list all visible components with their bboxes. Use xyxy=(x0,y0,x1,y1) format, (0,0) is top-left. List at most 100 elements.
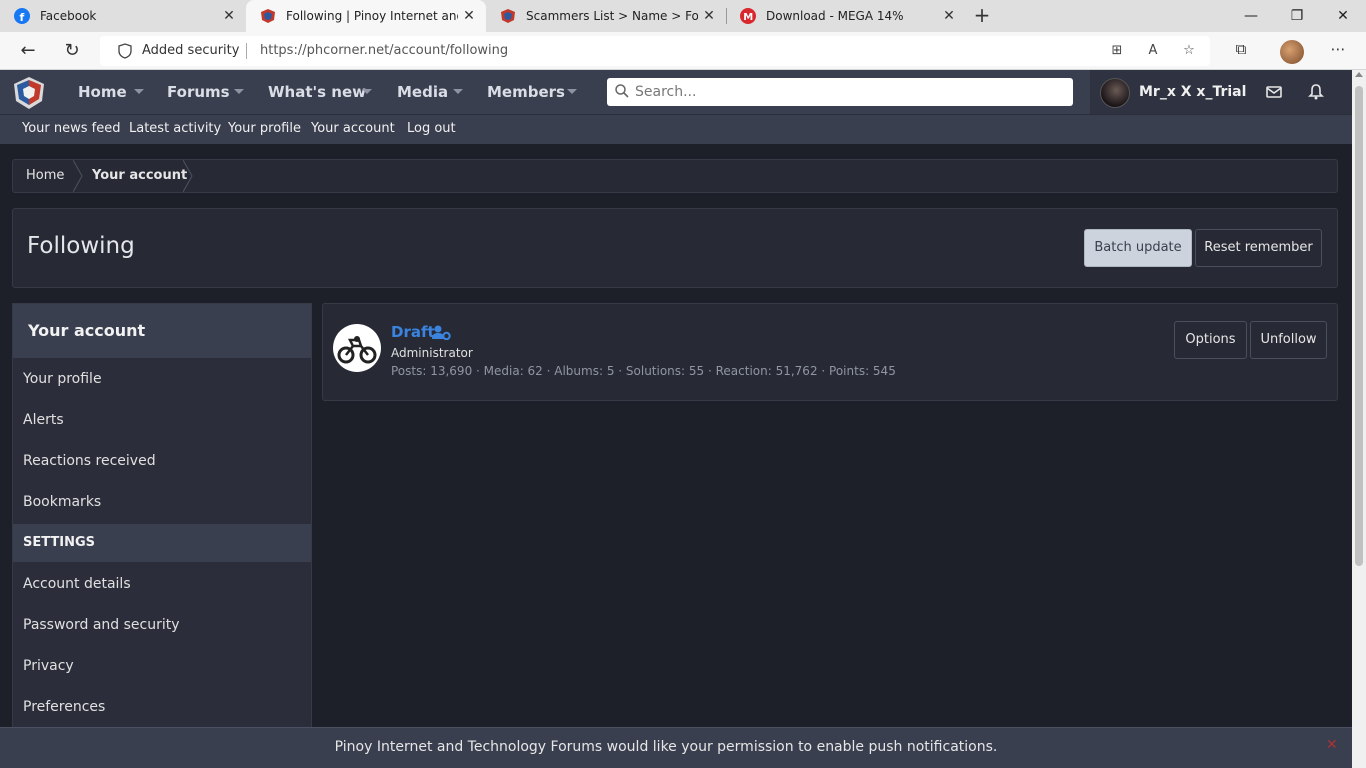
url-text[interactable]: https://phcorner.net/account/following xyxy=(260,43,508,58)
subnav-news-feed[interactable]: Your news feed xyxy=(22,115,120,143)
facebook-icon: f xyxy=(14,8,30,24)
subnav-your-profile[interactable]: Your profile xyxy=(228,115,301,143)
page-header: Following Batch update Reset remember xyxy=(12,208,1338,288)
sidebar-section-settings: SETTINGS xyxy=(13,524,311,562)
sidebar-item-bookmarks[interactable]: Bookmarks xyxy=(23,494,101,510)
chevron-down-icon[interactable] xyxy=(567,89,577,94)
tab-facebook[interactable]: f Facebook ✕ xyxy=(0,0,246,32)
svg-text:f: f xyxy=(20,11,25,24)
breadcrumb-separator xyxy=(183,160,193,192)
nav-members[interactable]: Members xyxy=(487,70,565,114)
subnav-log-out[interactable]: Log out xyxy=(407,115,456,143)
read-aloud-icon[interactable]: A xyxy=(1144,43,1162,59)
notice-text: Pinoy Internet and Technology Forums wou… xyxy=(334,739,998,755)
tab-title: Facebook xyxy=(40,9,97,23)
phcorner-icon xyxy=(260,8,276,24)
chevron-down-icon[interactable] xyxy=(234,89,244,94)
sidebar-section-label: SETTINGS xyxy=(23,535,96,550)
sidebar-header-label: Your account xyxy=(28,321,146,340)
reload-button[interactable]: ↻ xyxy=(58,38,86,64)
tab-scammers-list[interactable]: Scammers List > Name > Forum ✕ xyxy=(486,0,726,32)
sidebar-item-reactions-received[interactable]: Reactions received xyxy=(23,453,156,469)
close-window-button[interactable]: ✕ xyxy=(1320,0,1366,32)
bell-icon[interactable] xyxy=(1306,82,1326,102)
back-button[interactable]: ← xyxy=(14,38,42,64)
chevron-down-icon[interactable] xyxy=(134,89,144,94)
subnav-latest-activity[interactable]: Latest activity xyxy=(129,115,221,143)
chevron-down-icon[interactable] xyxy=(453,89,463,94)
sidebar-item-account-details[interactable]: Account details xyxy=(23,576,131,592)
nav-home[interactable]: Home xyxy=(78,70,127,114)
member-name-link[interactable]: Draft xyxy=(391,323,435,341)
svg-text:M: M xyxy=(743,12,753,23)
motorcycle-icon xyxy=(337,336,377,364)
member-avatar[interactable] xyxy=(333,324,381,372)
omnibox[interactable]: Added security https://phcorner.net/acco… xyxy=(100,36,1210,66)
user-menu[interactable]: Mr_x X x_Trial xyxy=(1090,70,1352,114)
sidebar-item-password-security[interactable]: Password and security xyxy=(23,617,180,633)
browser-profile-avatar[interactable] xyxy=(1280,40,1304,64)
page-scrollbar[interactable] xyxy=(1352,70,1366,768)
tab-following[interactable]: Following | Pinoy Internet and Te ✕ xyxy=(246,0,486,32)
search-input[interactable] xyxy=(635,82,1055,102)
tab-title: Scammers List > Name > Forum xyxy=(526,9,698,23)
close-tab-icon[interactable]: ✕ xyxy=(218,8,240,24)
account-sidebar: Your account Your profile Alerts Reactio… xyxy=(12,303,312,733)
tab-title: Download - MEGA 14% xyxy=(766,9,904,23)
scrollbar-thumb[interactable] xyxy=(1355,86,1363,566)
phcorner-icon xyxy=(500,8,516,24)
nav-media[interactable]: Media xyxy=(397,70,448,114)
member-stats: Posts: 13,690 · Media: 62 · Albums: 5 · … xyxy=(391,364,896,378)
address-bar: ← ↻ Added security https://phcorner.net/… xyxy=(0,32,1366,70)
new-tab-button[interactable]: + xyxy=(970,4,994,28)
mega-icon: M xyxy=(740,8,756,24)
page-title: Following xyxy=(27,233,135,259)
followed-member-card: Draft Administrator Posts: 13,690 · Medi… xyxy=(322,303,1338,401)
scroll-up-arrow[interactable] xyxy=(1355,72,1363,77)
breadcrumb-home[interactable]: Home xyxy=(26,160,64,192)
member-role: Administrator xyxy=(391,346,473,360)
username[interactable]: Mr_x X x_Trial xyxy=(1139,70,1246,114)
batch-update-button[interactable]: Batch update xyxy=(1084,229,1192,267)
restore-button[interactable]: ❐ xyxy=(1274,0,1320,32)
push-notification-notice: Pinoy Internet and Technology Forums wou… xyxy=(0,727,1352,768)
shield-icon xyxy=(118,43,132,59)
tab-mega[interactable]: M Download - MEGA 14% ✕ xyxy=(726,0,966,32)
close-icon[interactable]: ✕ xyxy=(1326,737,1338,753)
nav-whats-new[interactable]: What's new xyxy=(268,70,366,114)
options-button[interactable]: Options xyxy=(1174,321,1247,359)
sidebar-item-privacy[interactable]: Privacy xyxy=(23,658,74,674)
unfollow-button[interactable]: Unfollow xyxy=(1250,321,1327,359)
extensions-icon[interactable]: ⧉ xyxy=(1229,40,1253,62)
tab-title: Following | Pinoy Internet and Te xyxy=(286,9,458,23)
user-cog-icon xyxy=(432,325,451,340)
site-logo[interactable] xyxy=(12,76,46,110)
security-label: Added security xyxy=(142,43,240,58)
user-avatar[interactable] xyxy=(1100,78,1130,108)
site-header: Home Forums What's new Media Members Mr_… xyxy=(0,70,1352,114)
reset-remember-button[interactable]: Reset remember xyxy=(1195,229,1322,267)
subnav-your-account[interactable]: Your account xyxy=(311,115,395,143)
sidebar-item-alerts[interactable]: Alerts xyxy=(23,412,64,428)
close-tab-icon[interactable]: ✕ xyxy=(458,8,480,24)
nav-forums[interactable]: Forums xyxy=(167,70,230,114)
envelope-icon[interactable] xyxy=(1264,82,1284,102)
add-favorite-icon[interactable]: ☆ xyxy=(1180,43,1198,59)
browser-tab-bar: f Facebook ✕ Following | Pinoy Internet … xyxy=(0,0,1366,32)
sidebar-header: Your account xyxy=(13,304,311,358)
breadcrumb: Home Your account xyxy=(12,159,1338,193)
sidebar-item-preferences[interactable]: Preferences xyxy=(23,699,105,715)
breadcrumb-your-account[interactable]: Your account xyxy=(92,160,187,192)
sub-navigation: Your news feed Latest activity Your prof… xyxy=(0,114,1352,144)
omnibox-divider xyxy=(246,43,247,59)
close-tab-icon[interactable]: ✕ xyxy=(938,8,960,24)
search-icon xyxy=(615,84,629,98)
search-box[interactable] xyxy=(607,78,1073,106)
minimize-button[interactable]: — xyxy=(1228,0,1274,32)
close-tab-icon[interactable]: ✕ xyxy=(698,8,720,24)
sidebar-item-your-profile[interactable]: Your profile xyxy=(23,371,102,387)
app-available-icon[interactable]: ⊞ xyxy=(1108,43,1126,59)
chevron-down-icon[interactable] xyxy=(362,89,372,94)
breadcrumb-separator xyxy=(73,160,83,192)
more-menu-icon[interactable]: ⋯ xyxy=(1326,40,1350,62)
